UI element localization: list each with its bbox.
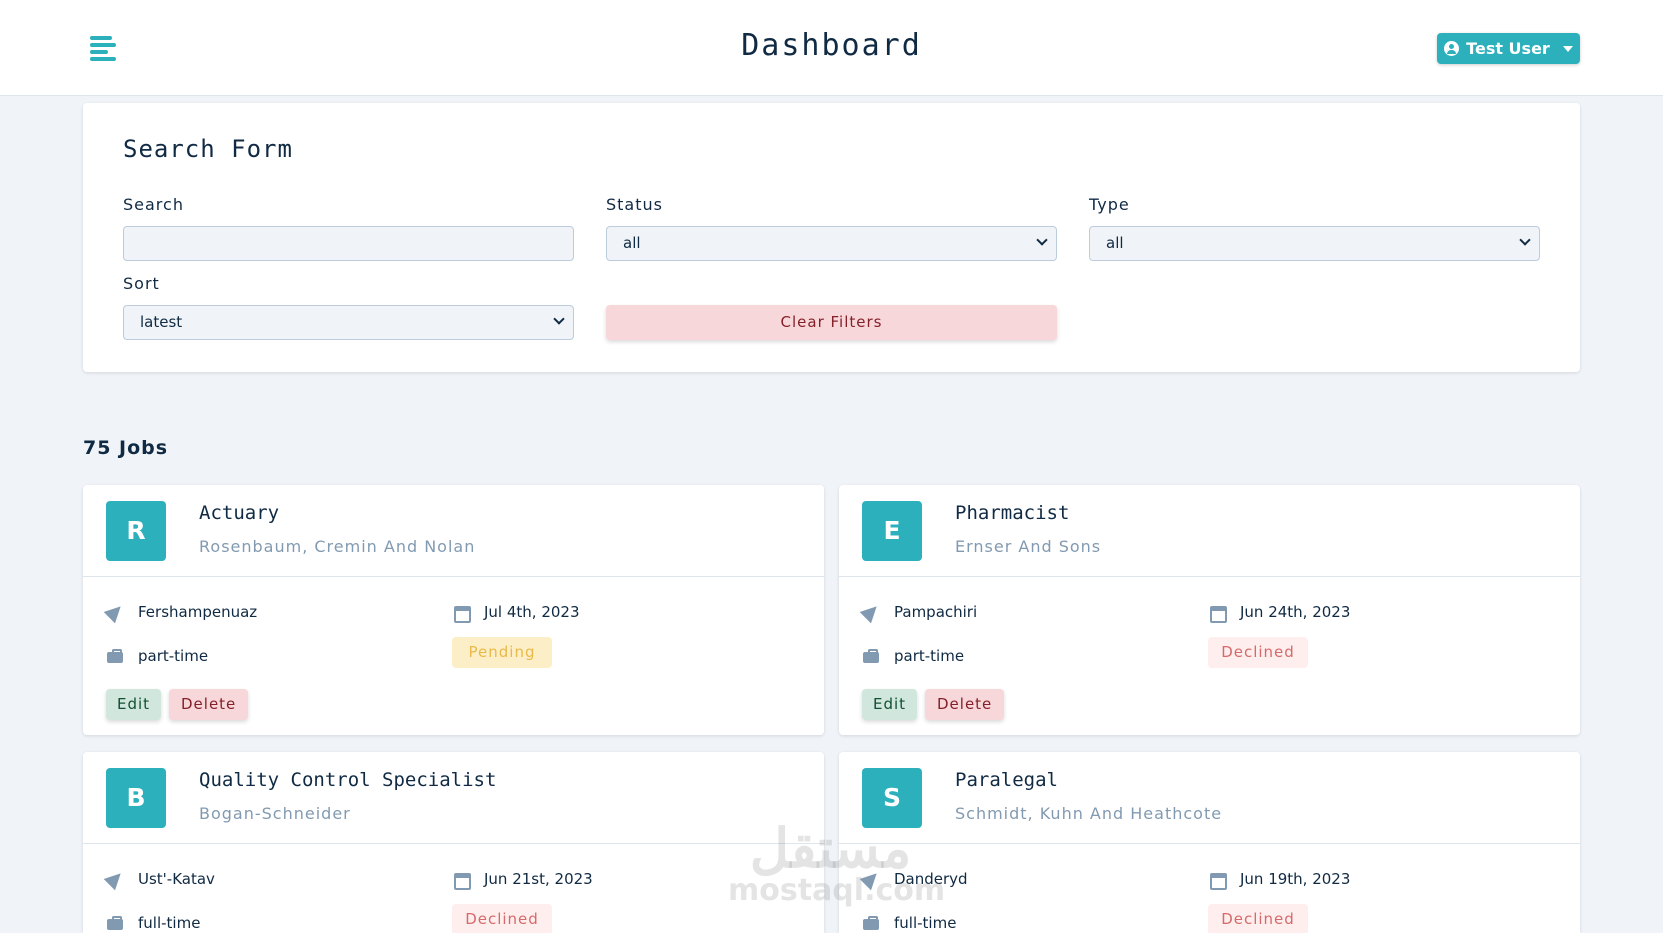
chevron-down-icon — [1519, 234, 1531, 246]
job-type: part-time — [106, 647, 208, 665]
job-type: part-time — [862, 647, 964, 665]
briefcase-icon — [106, 914, 124, 932]
job-date-text: Jun 21st, 2023 — [484, 870, 593, 888]
company-avatar: S — [862, 768, 922, 828]
chevron-down-icon — [553, 313, 565, 325]
sort-select[interactable]: latest — [123, 305, 574, 340]
job-company: Bogan-Schneider — [199, 804, 351, 823]
job-header: E Pharmacist Ernser And Sons — [839, 485, 1580, 577]
navbar: Dashboard Test User — [0, 0, 1663, 96]
type-label: Type — [1089, 195, 1130, 214]
type-select-value: all — [1106, 234, 1124, 252]
briefcase-icon — [862, 914, 880, 932]
job-company: Rosenbaum, Cremin And Nolan — [199, 537, 476, 556]
job-position: Pharmacist — [955, 502, 1070, 524]
job-company: Ernser And Sons — [955, 537, 1102, 556]
search-input[interactable] — [123, 226, 574, 261]
job-header: R Actuary Rosenbaum, Cremin And Nolan — [83, 485, 824, 577]
job-company: Schmidt, Kuhn And Heathcote — [955, 804, 1223, 823]
job-position: Actuary — [199, 502, 280, 524]
location-arrow-icon — [106, 603, 124, 621]
job-date: Jun 19th, 2023 — [1208, 870, 1351, 890]
page-title: Dashboard — [741, 28, 922, 63]
status-badge: Declined — [452, 904, 552, 933]
job-date-text: Jun 19th, 2023 — [1240, 870, 1351, 888]
status-select-value: all — [623, 234, 641, 252]
delete-button[interactable]: Delete — [925, 689, 1005, 720]
job-date: Jun 21st, 2023 — [452, 870, 593, 890]
status-select[interactable]: all — [606, 226, 1057, 261]
company-avatar: E — [862, 501, 922, 561]
job-type: full-time — [862, 914, 956, 932]
job-date: Jun 24th, 2023 — [1208, 603, 1351, 623]
job-type-text: part-time — [138, 647, 209, 665]
job-header: B Quality Control Specialist Bogan-Schne… — [83, 752, 824, 844]
status-badge: Declined — [1208, 904, 1308, 933]
location-arrow-icon — [862, 870, 880, 888]
delete-button[interactable]: Delete — [169, 689, 249, 720]
calendar-icon — [1208, 603, 1227, 623]
job-card: R Actuary Rosenbaum, Cremin And Nolan Fe… — [83, 485, 824, 735]
job-date: Jul 4th, 2023 — [452, 603, 580, 623]
job-header: S Paralegal Schmidt, Kuhn And Heathcote — [839, 752, 1580, 844]
job-type-text: part-time — [894, 647, 965, 665]
status-badge: Pending — [452, 637, 552, 668]
calendar-icon — [1208, 870, 1227, 890]
job-position: Quality Control Specialist — [199, 769, 497, 791]
location-arrow-icon — [862, 603, 880, 621]
clear-filters-button[interactable]: Clear Filters — [606, 305, 1057, 340]
job-location-text: Pampachiri — [894, 603, 978, 621]
user-menu-button[interactable]: Test User — [1437, 33, 1580, 64]
search-form-title: Search Form — [123, 135, 293, 163]
job-type-text: full-time — [138, 914, 201, 932]
job-location-text: Ust'-Katav — [138, 870, 215, 888]
type-select[interactable]: all — [1089, 226, 1540, 261]
calendar-icon — [452, 870, 471, 890]
status-label: Status — [606, 195, 663, 214]
caret-down-icon — [1562, 45, 1573, 52]
job-position: Paralegal — [955, 769, 1058, 791]
job-location: Pampachiri — [862, 603, 977, 621]
search-form: Search Form Search Status all Type all S… — [83, 103, 1580, 372]
job-type-text: full-time — [894, 914, 957, 932]
briefcase-icon — [862, 647, 880, 665]
job-type: full-time — [106, 914, 200, 932]
job-card: B Quality Control Specialist Bogan-Schne… — [83, 752, 824, 933]
edit-button[interactable]: Edit — [106, 689, 162, 720]
job-card: S Paralegal Schmidt, Kuhn And Heathcote … — [839, 752, 1580, 933]
location-arrow-icon — [106, 870, 124, 888]
job-location-text: Fershampenuaz — [138, 603, 258, 621]
status-badge: Declined — [1208, 637, 1308, 668]
company-avatar: R — [106, 501, 166, 561]
jobs-count: 75 Jobs — [83, 437, 169, 459]
job-location: Fershampenuaz — [106, 603, 257, 621]
edit-button[interactable]: Edit — [862, 689, 918, 720]
sort-label: Sort — [123, 274, 160, 293]
calendar-icon — [452, 603, 471, 623]
job-location: Danderyd — [862, 870, 968, 888]
job-location: Ust'-Katav — [106, 870, 215, 888]
job-location-text: Danderyd — [894, 870, 968, 888]
search-label: Search — [123, 195, 184, 214]
job-date-text: Jul 4th, 2023 — [484, 603, 580, 621]
user-name-label: Test User — [1466, 39, 1550, 58]
company-avatar: B — [106, 768, 166, 828]
sort-select-value: latest — [140, 313, 183, 331]
briefcase-icon — [106, 647, 124, 665]
user-circle-icon — [1444, 41, 1460, 56]
job-card: E Pharmacist Ernser And Sons Pampachiri … — [839, 485, 1580, 735]
job-date-text: Jun 24th, 2023 — [1240, 603, 1351, 621]
chevron-down-icon — [1036, 234, 1048, 246]
